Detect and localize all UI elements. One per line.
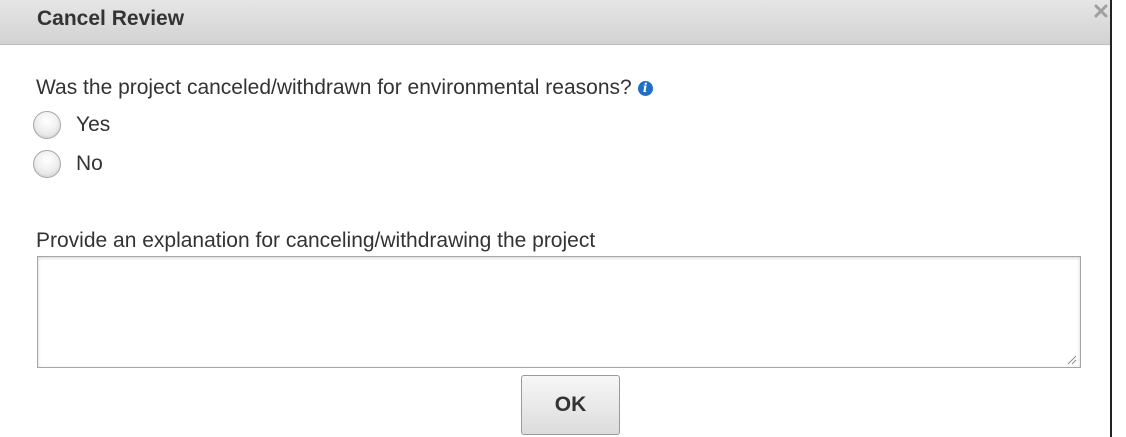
- explanation-textarea-container: [37, 256, 1081, 368]
- dialog-titlebar[interactable]: Cancel Review: [0, 0, 1110, 45]
- resize-handle-icon[interactable]: [1065, 352, 1077, 365]
- close-icon[interactable]: [1094, 4, 1108, 20]
- radio-button-yes[interactable]: [33, 111, 61, 139]
- question-text: Was the project canceled/withdrawn for e…: [36, 76, 632, 99]
- info-icon[interactable]: i: [637, 81, 653, 96]
- radio-label-no: No: [76, 152, 103, 175]
- radio-option-yes[interactable]: Yes: [33, 109, 110, 141]
- cancel-review-dialog: Cancel Review Was the project canceled/w…: [0, 0, 1112, 437]
- explanation-textarea[interactable]: [38, 257, 1080, 367]
- ok-button[interactable]: OK: [521, 375, 620, 435]
- radio-option-no[interactable]: No: [33, 148, 103, 180]
- explanation-label: Provide an explanation for canceling/wit…: [36, 229, 596, 252]
- environmental-reasons-question: Was the project canceled/withdrawn for e…: [36, 74, 653, 102]
- radio-button-no[interactable]: [33, 150, 61, 178]
- radio-label-yes: Yes: [76, 113, 111, 136]
- dialog-title: Cancel Review: [37, 7, 185, 30]
